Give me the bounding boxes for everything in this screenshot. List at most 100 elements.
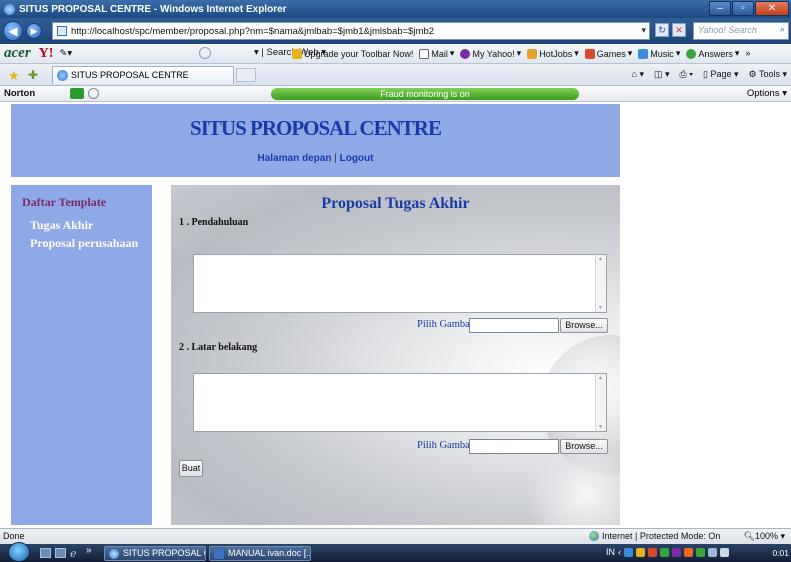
taskbar-button-ie[interactable]: SITUS PROPOSAL C...	[104, 546, 206, 561]
yahoo-logo[interactable]: Y!	[39, 46, 54, 62]
acer-logo: acer	[4, 45, 31, 61]
games-icon	[584, 48, 595, 59]
search-placeholder: Yahoo! Search	[698, 25, 757, 35]
image-file-input-1[interactable]	[469, 318, 559, 333]
myyahoo-icon	[460, 48, 471, 59]
tray-icon-2[interactable]	[636, 547, 645, 557]
norton-toolbar: Norton Fraud monitoring is on Options ▾	[0, 86, 791, 102]
zoom-control[interactable]: 🔍︎100% ▾	[744, 531, 786, 542]
proposal-form: Proposal Tugas Akhir 1 . Pendahuluan Pil…	[171, 185, 620, 525]
browse-button-1[interactable]: Browse...	[560, 318, 608, 333]
page-menu[interactable]: ▯ Page ▾	[703, 69, 739, 80]
toolbar-item-upgrade[interactable]: Upgrade your Toolbar Now!	[292, 48, 413, 59]
security-zone[interactable]: Internet | Protected Mode: On	[589, 531, 720, 541]
pick-image-label-2: Pilih Gambar	[417, 440, 474, 451]
address-dropdown-icon[interactable]: ▾	[641, 25, 646, 36]
start-button[interactable]	[8, 542, 30, 562]
sidebar-item-tugas-akhir[interactable]: Tugas Akhir	[30, 218, 93, 233]
section-pendahuluan-label: 1 . Pendahuluan	[179, 217, 249, 228]
textarea-scrollbar[interactable]	[595, 374, 606, 431]
windows-taskbar: ℯ » SITUS PROPOSAL C... MANUAL ivan.doc …	[0, 542, 791, 562]
tray-icon-3[interactable]	[648, 547, 657, 557]
toolbar-more-icon[interactable]: »	[745, 48, 750, 59]
tools-menu[interactable]: ⚙ Tools ▾	[749, 69, 787, 80]
feeds-icon[interactable]: ◫ ▾	[654, 69, 670, 80]
network-icon[interactable]	[708, 547, 717, 557]
image-file-input-2[interactable]	[469, 439, 559, 454]
print-icon[interactable]: ⎙ ▾	[680, 69, 693, 80]
tray-expand-icon[interactable]: ‹	[618, 547, 621, 557]
toolbar-item-games[interactable]: Games ▾	[584, 48, 632, 59]
address-input[interactable]: http://localhost/spc/member/proposal.php…	[52, 22, 650, 40]
toolbar-item-myyahoo[interactable]: My Yahoo! ▾	[460, 48, 521, 59]
toolbar-item-mail[interactable]: Mail ▾	[419, 48, 454, 59]
yahoo-search-input[interactable]: Yahoo! Search ⌕	[693, 22, 789, 40]
word-taskbar-icon	[214, 549, 224, 559]
toolbar-search-box[interactable]	[199, 47, 211, 59]
site-header: SITUS PROPOSAL CENTRE Halaman depan | Lo…	[11, 104, 620, 177]
address-bar-row: ◀ ▶ http://localhost/spc/member/proposal…	[0, 18, 791, 44]
forward-button[interactable]: ▶	[26, 23, 42, 39]
quicklaunch-ie-icon[interactable]: ℯ	[70, 547, 77, 560]
toolbar-item-answers[interactable]: Answers ▾	[686, 48, 739, 59]
taskbar-button-word[interactable]: MANUAL ivan.doc [...	[209, 546, 311, 561]
switch-windows-icon[interactable]	[55, 548, 66, 558]
toolbar-item-hotjobs[interactable]: HotJobs ▾	[527, 48, 579, 59]
volume-icon[interactable]	[720, 547, 729, 557]
favorites-star-icon[interactable]: ★	[8, 68, 20, 84]
yahoo-toolbar: acer Y! ✎▾ ▾ | Search Web ▾ Upgrade your…	[0, 44, 791, 64]
norton-options-menu[interactable]: Options ▾	[747, 88, 787, 99]
tray-icon-1[interactable]	[624, 547, 633, 557]
home-icon[interactable]: ⌂ ▾	[632, 69, 644, 80]
back-button[interactable]: ◀	[3, 21, 23, 41]
taskbar-clock[interactable]: 0:01	[772, 548, 789, 558]
form-title: Proposal Tugas Akhir	[321, 195, 470, 212]
page-content: SITUS PROPOSAL CENTRE Halaman depan | Lo…	[0, 102, 791, 528]
toolbar-item-music[interactable]: Music ▾	[638, 48, 680, 59]
ie-taskbar-icon	[109, 549, 119, 559]
tray-icon-5[interactable]	[672, 547, 681, 557]
site-title: SITUS PROPOSAL CENTRE	[190, 116, 442, 140]
language-indicator[interactable]: IN	[606, 547, 615, 557]
pencil-icon[interactable]: ✎▾	[59, 48, 72, 59]
quicklaunch-more-icon[interactable]: »	[86, 545, 92, 556]
nav-logout-link[interactable]: Logout	[340, 153, 374, 164]
search-icon[interactable]: ⌕	[780, 24, 785, 35]
fraud-monitoring-status[interactable]: Fraud monitoring is on	[271, 88, 579, 100]
show-desktop-icon[interactable]	[40, 548, 51, 558]
page-icon	[57, 26, 67, 36]
close-button[interactable]: ✕	[755, 1, 789, 16]
hotjobs-icon	[527, 48, 538, 59]
music-icon	[638, 48, 649, 59]
norton-logo: Norton	[4, 88, 36, 99]
window-titlebar: SITUS PROPOSAL CENTRE - Windows Internet…	[0, 0, 791, 18]
sidebar-title: Daftar Template	[22, 195, 107, 209]
norton-web-icon[interactable]	[88, 88, 99, 99]
mail-icon	[419, 48, 430, 59]
minimize-button[interactable]: –	[709, 1, 731, 16]
latar-belakang-textarea[interactable]	[193, 373, 607, 432]
new-tab-button[interactable]	[236, 68, 256, 82]
tray-icon-7[interactable]	[696, 547, 705, 557]
tray-icon-6[interactable]	[684, 547, 693, 557]
textarea-scrollbar[interactable]	[595, 255, 606, 312]
status-bar: Done Internet | Protected Mode: On 🔍︎100…	[0, 528, 791, 544]
tab-situs-proposal[interactable]: SITUS PROPOSAL CENTRE	[52, 66, 234, 84]
tab-favicon	[57, 70, 68, 81]
add-favorites-icon[interactable]: ✚	[28, 68, 38, 82]
maximize-button[interactable]: ▫	[732, 1, 754, 16]
sidebar-item-proposal-perusahaan[interactable]: Proposal perusahaan	[30, 236, 138, 251]
buat-submit-button[interactable]: Buat	[179, 460, 203, 477]
nav-home-link[interactable]: Halaman depan	[258, 153, 332, 164]
norton-safe-icon[interactable]	[70, 88, 84, 99]
address-url: http://localhost/spc/member/proposal.php…	[71, 25, 435, 37]
template-sidebar: Daftar Template Tugas Akhir Proposal per…	[11, 185, 152, 525]
stop-button[interactable]: ✕	[672, 23, 686, 37]
refresh-button[interactable]: ↻	[655, 23, 669, 37]
tray-icon-4[interactable]	[660, 547, 669, 557]
internet-globe-icon	[589, 531, 599, 541]
pendahuluan-textarea[interactable]	[193, 254, 607, 313]
system-tray: IN ‹	[606, 547, 729, 557]
status-text: Done	[3, 531, 25, 541]
browse-button-2[interactable]: Browse...	[560, 439, 608, 454]
